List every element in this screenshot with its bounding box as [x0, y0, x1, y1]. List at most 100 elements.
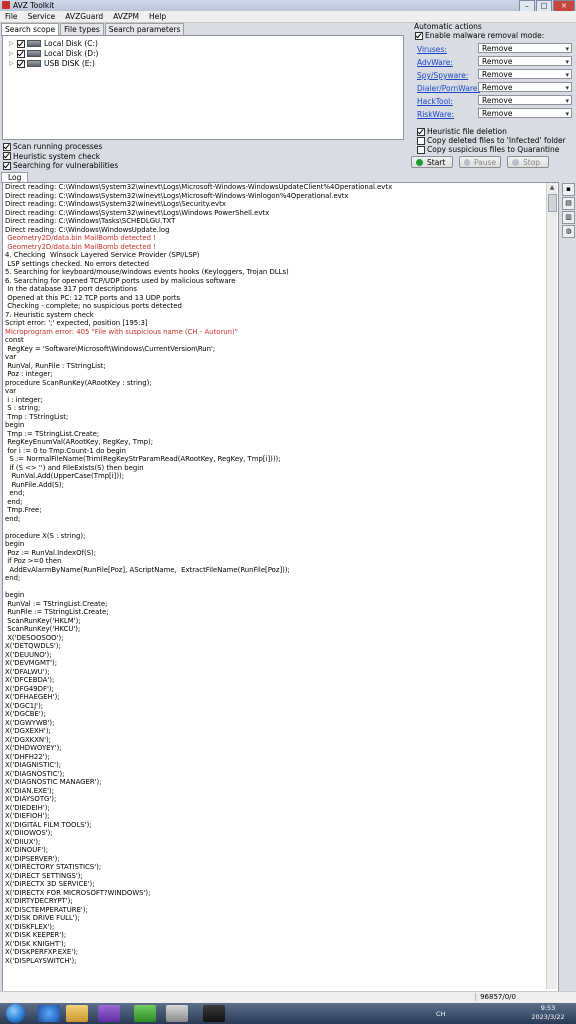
- app-icon: [2, 1, 10, 9]
- log-line: X('DETQWDLS');: [5, 642, 61, 650]
- enable-removal-mode-option[interactable]: Enable malware removal mode:: [415, 31, 574, 40]
- menu-service[interactable]: Service: [23, 11, 61, 22]
- expand-arrow-icon[interactable]: ▷: [9, 60, 17, 67]
- browser-icon[interactable]: [38, 1005, 60, 1022]
- save-log-icon[interactable]: ▪: [562, 183, 575, 196]
- menu-help[interactable]: Help: [144, 11, 171, 22]
- window-title: AVZ Toolkit: [13, 1, 55, 10]
- advware-link[interactable]: AdvWare:: [417, 58, 453, 67]
- log-line: X('DIRTYDECRYPT');: [5, 897, 73, 905]
- option-label: Heuristic system check: [13, 151, 101, 161]
- riskware-link[interactable]: RiskWare:: [417, 110, 454, 119]
- log-line: Poz := RunVal.IndexOf(S);: [5, 548, 97, 557]
- log-line: X('DIIOWOS');: [5, 829, 53, 837]
- advware-action-select[interactable]: Remove: [478, 56, 572, 67]
- tab-file-types[interactable]: File types: [60, 23, 104, 35]
- drive-d-checkbox[interactable]: [17, 49, 25, 58]
- expand-arrow-icon[interactable]: ▷: [9, 40, 17, 47]
- menu-avzguard[interactable]: AVZGuard: [60, 11, 108, 22]
- drive-c-checkbox[interactable]: [17, 39, 25, 48]
- language-indicator[interactable]: CH: [436, 1010, 445, 1018]
- option-label: Scan running processes: [13, 142, 103, 151]
- log-line: RunFile := TStringList.Create;: [5, 608, 109, 616]
- drive-item-e[interactable]: ▷ USB DISK (E:): [9, 59, 95, 68]
- usb-disk-icon: [27, 60, 41, 67]
- tab-search-parameters[interactable]: Search parameters: [104, 23, 185, 35]
- status-bar: 96857/0/0: [0, 991, 576, 1003]
- heuristic-file-deletion-option[interactable]: Heuristic file deletion: [417, 127, 507, 136]
- stop-button[interactable]: Stop: [507, 156, 549, 168]
- hacktool-link[interactable]: HackTool:: [417, 97, 453, 106]
- drive-label: Local Disk (D:): [44, 49, 99, 58]
- log-line: Microprogram error: 405 "File with suspi…: [5, 327, 238, 336]
- checkbox[interactable]: [3, 152, 11, 160]
- log-line: 6. Searching for opened TCP/UDP ports us…: [5, 276, 236, 285]
- log-line: end;: [5, 574, 21, 582]
- checkbox[interactable]: [3, 142, 11, 151]
- copy-to-quarantine-option[interactable]: Copy suspicious files to Quarantine: [417, 145, 559, 154]
- drive-item-c[interactable]: ▷ Local Disk (C:): [9, 39, 98, 48]
- scroll-thumb[interactable]: [548, 194, 557, 212]
- log-line: begin: [5, 540, 25, 548]
- log-line: if (S <> '') and FileExists(S) then begi…: [5, 463, 144, 472]
- option-label: Searching for vulnerabilities: [13, 161, 119, 170]
- spyware-link[interactable]: Spy/Spyware:: [417, 71, 468, 80]
- scan-running-processes-option[interactable]: Scan running processes: [3, 142, 403, 151]
- spyware-action-row: Spy/Spyware: Remove: [417, 69, 573, 80]
- menu-file[interactable]: File: [0, 11, 23, 22]
- riskware-action-row: RiskWare: Remove: [417, 108, 573, 119]
- log-line: X('DIRECTX 3D SERVICE');: [5, 880, 95, 888]
- copy-to-infected-option[interactable]: Copy deleted files to 'Infected' folder: [417, 136, 566, 145]
- expand-arrow-icon[interactable]: ▷: [9, 50, 17, 57]
- log-line: AddEvAlarmByName(RunFile[Poz], AScriptNa…: [5, 565, 290, 574]
- log-line: end;: [5, 514, 21, 523]
- log-line: Direct reading: C:\Windows\WindowsUpdate…: [5, 225, 170, 234]
- menu-avzpm[interactable]: AVZPM: [108, 11, 144, 22]
- media-player-icon[interactable]: [98, 1005, 120, 1022]
- spyware-action-select[interactable]: Remove: [478, 69, 572, 80]
- app-gray-icon[interactable]: [166, 1005, 188, 1022]
- checkbox[interactable]: [417, 136, 425, 145]
- drive-e-checkbox[interactable]: [17, 59, 25, 68]
- dialer-action-select[interactable]: Remove: [478, 82, 572, 93]
- log-line: X('DIRECTORY STATISTICS');: [5, 863, 102, 871]
- viruses-action-row: Viruses: Remove: [417, 43, 573, 54]
- log-output[interactable]: Direct reading: C:\Windows\System32\wine…: [2, 182, 559, 992]
- button-label: Pause: [473, 157, 496, 167]
- clear-log-icon[interactable]: ▥: [562, 211, 575, 224]
- app-green-icon[interactable]: [134, 1005, 156, 1022]
- log-line: 7. Heuristic system check: [5, 310, 94, 319]
- hacktool-action-select[interactable]: Remove: [478, 95, 572, 106]
- pause-button[interactable]: Pause: [459, 156, 501, 168]
- log-line: X('DEVMGMT');: [5, 659, 58, 667]
- folder-icon[interactable]: [66, 1005, 88, 1022]
- play-icon: [416, 158, 423, 166]
- log-line: Direct reading: C:\Windows\System32\wine…: [5, 200, 226, 208]
- scroll-up-arrow-icon[interactable]: ▲: [547, 183, 557, 192]
- drive-item-d[interactable]: ▷ Local Disk (D:): [9, 49, 98, 58]
- clock[interactable]: 9:53 2023/3/22: [528, 1004, 568, 1022]
- log-line: end;: [5, 489, 25, 497]
- checkbox[interactable]: [417, 127, 425, 136]
- log-line: S : string;: [5, 404, 41, 412]
- log-line: X('DGC1J');: [5, 701, 44, 710]
- log-scrollbar[interactable]: ▲: [546, 183, 557, 989]
- checkbox[interactable]: [417, 145, 425, 154]
- searching-vulnerabilities-option[interactable]: Searching for vulnerabilities: [3, 161, 403, 170]
- avz-taskbar-icon[interactable]: [203, 1005, 225, 1022]
- heuristic-system-check-option[interactable]: Heuristic system check: [3, 152, 403, 161]
- riskware-action-select[interactable]: Remove: [478, 108, 572, 119]
- log-line: X('DHFH22');: [5, 752, 50, 761]
- option-label: Copy suspicious files to Quarantine: [427, 145, 560, 154]
- copy-log-icon[interactable]: ▤: [562, 197, 575, 210]
- checkbox[interactable]: [415, 31, 423, 40]
- start-orb-icon[interactable]: [6, 1004, 25, 1023]
- log-line: X('DGXKXN');: [5, 735, 51, 744]
- checkbox[interactable]: [3, 161, 11, 170]
- start-button[interactable]: Start: [411, 156, 453, 168]
- dialer-link[interactable]: Dialer/PornWare:: [417, 84, 480, 93]
- globe-icon[interactable]: ◍: [562, 225, 575, 238]
- viruses-link[interactable]: Viruses:: [417, 45, 447, 54]
- log-line: X('DISKPERFXP.EXE');: [5, 948, 79, 956]
- viruses-action-select[interactable]: Remove: [478, 43, 572, 54]
